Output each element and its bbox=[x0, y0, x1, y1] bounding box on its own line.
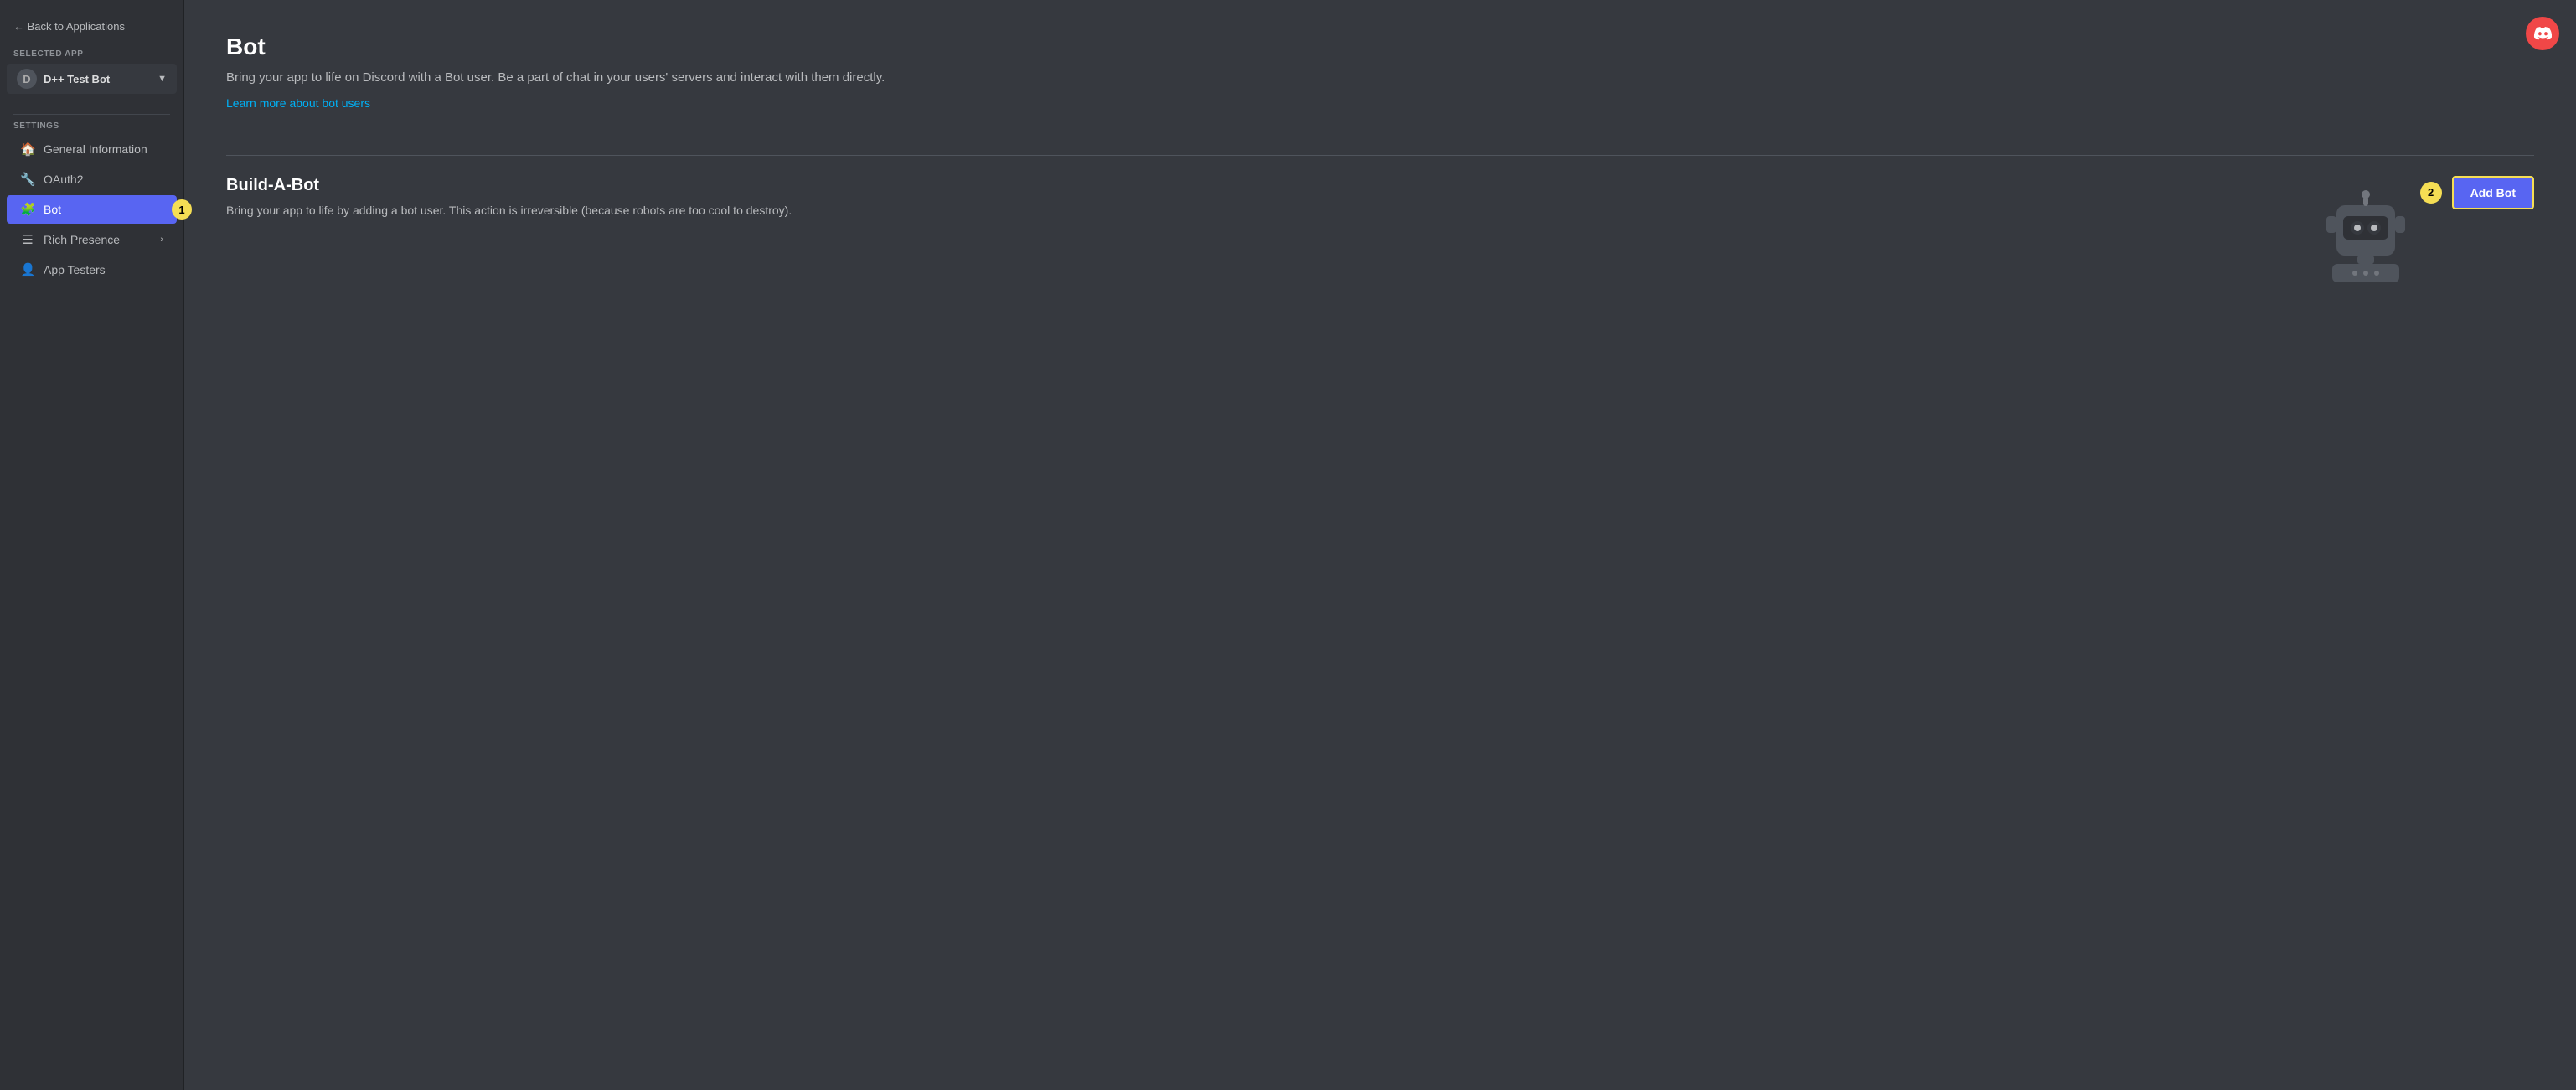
sidebar-item-label: OAuth2 bbox=[44, 173, 83, 186]
section-divider bbox=[226, 155, 2534, 156]
settings-label: SETTINGS bbox=[0, 121, 183, 131]
add-bot-button[interactable]: Add Bot bbox=[2452, 176, 2534, 209]
sidebar-item-oauth2[interactable]: 🔧 OAuth2 bbox=[7, 165, 177, 194]
sidebar-item-label: Bot bbox=[44, 203, 61, 216]
page-title: Bot bbox=[226, 34, 2534, 60]
wrench-icon: 🔧 bbox=[20, 172, 35, 187]
sidebar-item-app-testers[interactable]: 👤 App Testers bbox=[7, 256, 177, 284]
app-selector[interactable]: D D++ Test Bot ▼ bbox=[7, 64, 177, 94]
build-a-bot-title: Build-A-Bot bbox=[226, 176, 2311, 195]
learn-more-link[interactable]: Learn more about bot users bbox=[226, 96, 370, 110]
person-icon: 👤 bbox=[20, 262, 35, 277]
sidebar-item-label: App Testers bbox=[44, 263, 106, 276]
discord-logo bbox=[2526, 17, 2559, 50]
app-name: D++ Test Bot bbox=[44, 73, 110, 85]
sidebar-item-label: Rich Presence bbox=[44, 233, 120, 246]
list-icon: ☰ bbox=[20, 232, 35, 247]
app-avatar: D bbox=[17, 69, 37, 89]
app-avatar-icon: D bbox=[23, 73, 30, 85]
sidebar: ← Back to Applications SELECTED APP D D+… bbox=[0, 0, 184, 1090]
sidebar-item-label: General Information bbox=[44, 142, 147, 156]
home-icon: 🏠 bbox=[20, 142, 35, 157]
back-to-applications-link[interactable]: ← Back to Applications bbox=[0, 13, 183, 39]
build-a-bot-section: Build-A-Bot Bring your app to life by ad… bbox=[226, 176, 2534, 293]
sidebar-item-rich-presence[interactable]: ☰ Rich Presence › bbox=[7, 225, 177, 254]
sidebar-divider bbox=[13, 114, 170, 115]
annotation-badge-2: 2 bbox=[2420, 182, 2442, 204]
main-content: Bot Bring your app to life on Discord wi… bbox=[184, 0, 2576, 1090]
add-bot-wrapper: 2 Add Bot bbox=[2420, 176, 2534, 209]
annotation-badge-1: 1 bbox=[172, 199, 192, 220]
sidebar-item-general-information[interactable]: 🏠 General Information bbox=[7, 135, 177, 163]
build-a-bot-description: Bring your app to life by adding a bot u… bbox=[226, 202, 796, 220]
chevron-right-icon: › bbox=[160, 235, 163, 245]
puzzle-icon: 🧩 bbox=[20, 202, 35, 217]
chevron-down-icon: ▼ bbox=[157, 74, 167, 84]
page-subtitle: Bring your app to life on Discord with a… bbox=[226, 69, 980, 88]
selected-app-label: SELECTED APP bbox=[0, 49, 183, 59]
build-a-bot-left: Build-A-Bot Bring your app to life by ad… bbox=[226, 176, 2311, 220]
robot-illustration bbox=[2311, 184, 2420, 293]
sidebar-item-bot[interactable]: 🧩 Bot 1 bbox=[7, 195, 177, 224]
